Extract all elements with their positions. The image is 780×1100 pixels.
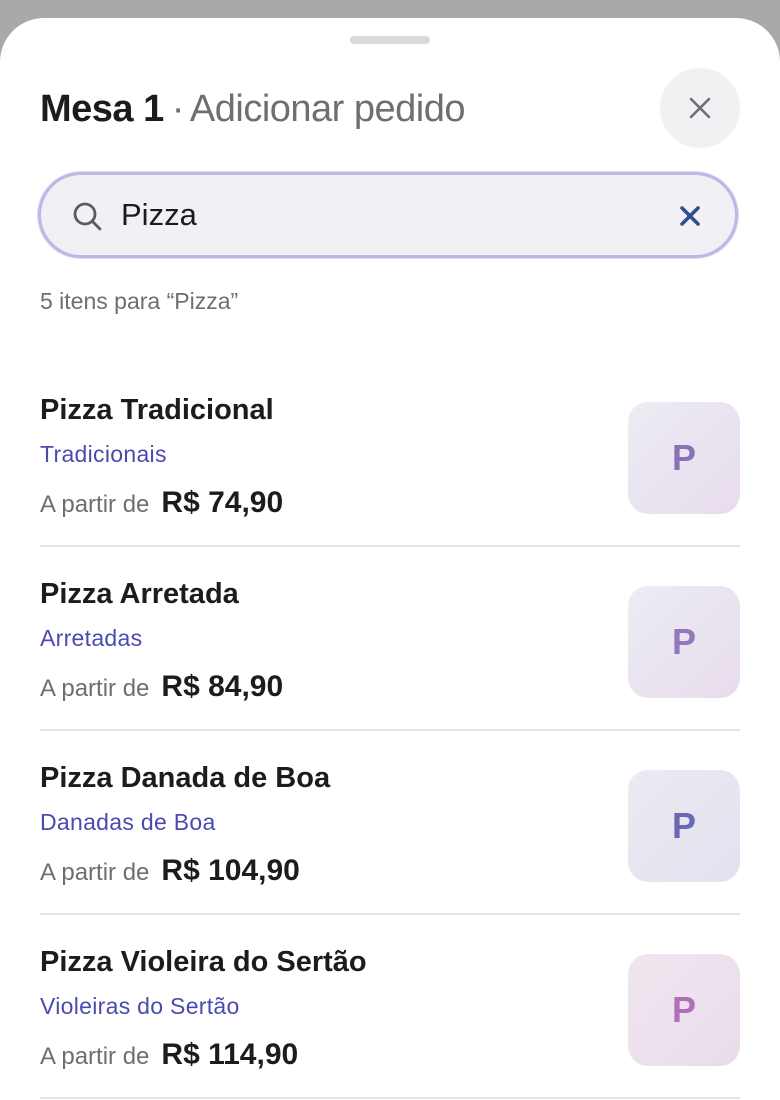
item-price-row: A partir de R$ 114,90 (40, 1038, 298, 1072)
list-item[interactable]: Pizza Danada de Boa Danadas de Boa A par… (40, 732, 740, 915)
close-icon (689, 97, 711, 119)
price-prefix: A partir de (40, 859, 150, 886)
item-price-row: A partir de R$ 74,90 (40, 486, 283, 520)
search-field[interactable] (38, 172, 738, 258)
item-thumbnail: P (628, 402, 740, 514)
clear-search-button[interactable] (675, 201, 705, 231)
sheet-grabber[interactable] (350, 36, 430, 44)
page-subtitle: Adicionar pedido (189, 88, 466, 130)
item-category: Violeiras do Sertão (40, 993, 240, 1019)
item-category: Tradicionais (40, 441, 167, 467)
item-category: Arretadas (40, 625, 143, 651)
table-name: Mesa 1 (40, 88, 164, 130)
clear-icon (680, 206, 700, 226)
search-input[interactable] (121, 193, 641, 237)
item-price: R$ 114,90 (161, 1038, 299, 1071)
item-price-row: A partir de R$ 104,90 (40, 854, 300, 888)
item-price: R$ 104,90 (161, 854, 300, 887)
close-button[interactable] (660, 68, 740, 148)
item-category: Danadas de Boa (40, 809, 216, 835)
title-separator: · (171, 88, 185, 130)
item-name: Pizza Arretada (40, 578, 239, 610)
price-prefix: A partir de (40, 1043, 150, 1070)
list-item[interactable]: Pizza Violeira do Sertão Violeiras do Se… (40, 916, 740, 1099)
page-title: Mesa 1 · Adicionar pedido (40, 84, 466, 134)
bottom-sheet: Mesa 1·Adicionar pedido 5 itens para “Pi… (0, 18, 780, 1100)
result-count: 5 itens para “Pizza” (40, 288, 239, 314)
results-list: Pizza Tradicional Tradicionais A partir … (40, 364, 740, 1100)
item-thumbnail: P (628, 954, 740, 1066)
list-item[interactable]: Pizza Tradicional Tradicionais A partir … (40, 364, 740, 547)
item-price: R$ 84,90 (161, 670, 284, 703)
item-name: Pizza Violeira do Sertão (40, 946, 367, 978)
item-name: Pizza Danada de Boa (40, 762, 331, 794)
item-thumbnail: P (628, 586, 740, 698)
item-name: Pizza Tradicional (40, 394, 274, 426)
item-price: R$ 74,90 (161, 486, 284, 519)
list-item[interactable]: Pizza Arretada Arretadas A partir de R$ 8… (40, 548, 740, 731)
price-prefix: A partir de (40, 491, 150, 518)
search-icon (73, 202, 102, 231)
price-prefix: A partir de (40, 675, 150, 702)
item-price-row: A partir de R$ 84,90 (40, 670, 283, 704)
item-thumbnail: P (628, 770, 740, 882)
